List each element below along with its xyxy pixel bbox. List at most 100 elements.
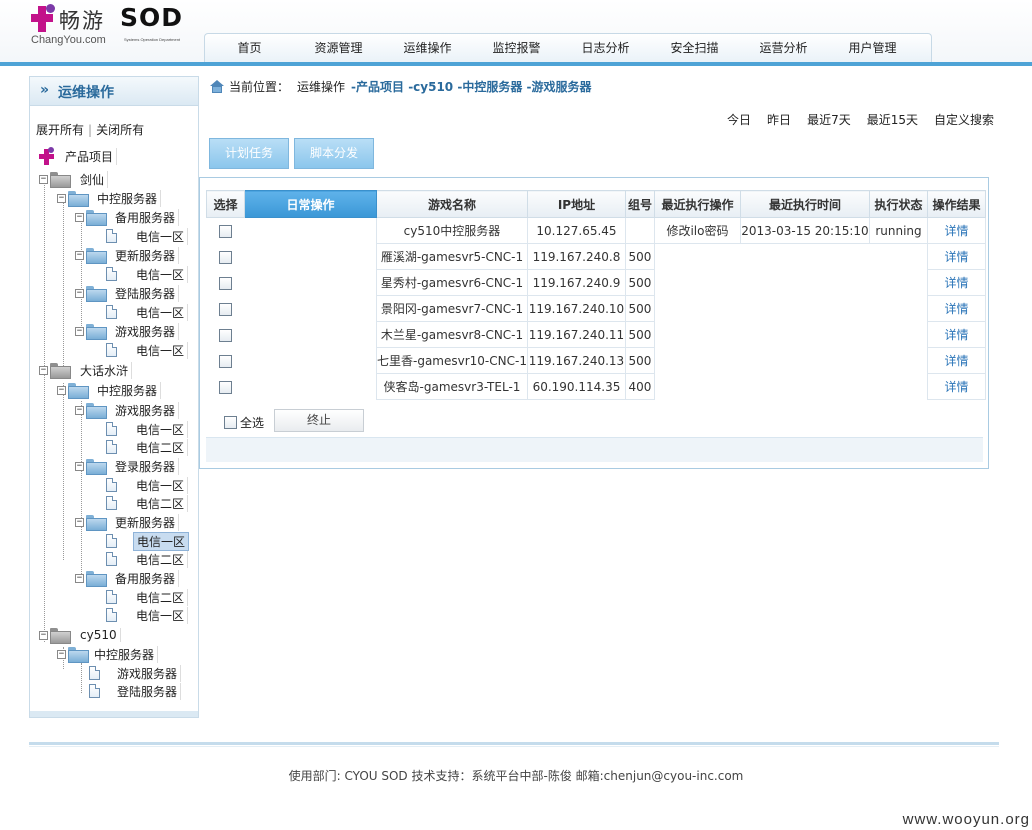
collapse-toggle-icon[interactable]: − [75,461,84,471]
tree-node-dh-backup[interactable]: − 备用服务器 [75,569,180,587]
tree-leaf[interactable]: 电信二区 [106,588,189,606]
select-all-label[interactable]: 全选 [240,414,264,431]
row-checkbox[interactable] [219,250,232,264]
tree-label[interactable]: 游戏服务器 [112,401,180,419]
home-icon[interactable] [210,79,225,93]
nav-users[interactable]: 用户管理 [828,34,917,62]
row-checkbox[interactable] [219,224,232,238]
select-all-control[interactable]: 全选 [224,414,264,431]
logo[interactable]: 畅游 SOD ChangYou.com Systems Operation De… [30,2,205,50]
tree-label[interactable]: 电信二区 [133,588,189,606]
tree-label[interactable]: 电信一区 [133,265,189,283]
tree-node-dh-update[interactable]: − 更新服务器 [75,513,180,531]
nav-logs[interactable]: 日志分析 [561,34,650,62]
tree-label[interactable]: 备用服务器 [112,208,180,226]
nav-operations[interactable]: 运维操作 [383,34,472,62]
tree-label[interactable]: 更新服务器 [112,513,180,531]
tree-label[interactable]: 登录服务器 [112,457,180,475]
tree-label[interactable]: 中控服务器 [91,645,159,663]
tree-label[interactable]: 电信一区 [133,606,189,624]
tree-leaf-selected[interactable]: 电信一区 [106,531,190,551]
tree-label[interactable]: 登陆服务器 [112,284,180,302]
collapse-toggle-icon[interactable]: − [75,517,84,527]
tree-leaf[interactable]: 电信二区 [106,494,189,512]
collapse-toggle-icon[interactable]: − [75,573,84,583]
tree-leaf[interactable]: 电信一区 [106,606,189,624]
tree-node-jianxian[interactable]: − 剑仙 [39,170,109,188]
tree-node-jx-game[interactable]: − 游戏服务器 [75,322,180,340]
collapse-toggle-icon[interactable]: − [39,174,48,184]
tree-node-dh-central[interactable]: − 中控服务器 [57,381,162,399]
tab-script-distribution[interactable]: 脚本分发 [294,138,374,169]
tree-leaf[interactable]: 电信一区 [106,303,189,321]
tree-leaf[interactable]: 电信一区 [106,265,189,283]
tree-node-root[interactable]: 产品项目 [38,147,118,165]
filter-custom-search[interactable]: 自定义搜索 [934,111,994,128]
collapse-toggle-icon[interactable]: − [75,405,84,415]
breadcrumb-root[interactable]: 运维操作 [297,78,345,95]
nav-analytics[interactable]: 运营分析 [739,34,828,62]
tree-label[interactable]: 电信一区 [133,227,189,245]
tree-label[interactable]: 中控服务器 [94,189,162,207]
tree-leaf[interactable]: 电信一区 [106,227,189,245]
collapse-toggle-icon[interactable]: − [75,288,84,298]
collapse-toggle-icon[interactable]: − [39,365,48,375]
row-checkbox[interactable] [219,354,232,368]
collapse-toggle-icon[interactable]: − [75,326,84,336]
tree-node-dh-game[interactable]: − 游戏服务器 [75,401,180,419]
tree-label[interactable]: 电信一区 [133,476,189,494]
tree-leaf[interactable]: 电信一区 [106,341,189,359]
collapse-toggle-icon[interactable]: − [75,212,84,222]
tree-node-cy510[interactable]: − cy510 [39,626,121,644]
row-checkbox[interactable] [219,302,232,316]
row-checkbox[interactable] [219,276,232,290]
collapse-toggle-icon[interactable]: − [57,193,66,203]
nav-resources[interactable]: 资源管理 [294,34,383,62]
tree-label[interactable]: 登陆服务器 [114,682,182,700]
tree-label[interactable]: 大话水浒 [77,361,133,379]
col-daily-operation[interactable]: 日常操作 [244,190,377,218]
stop-button[interactable]: 终止 [274,409,364,432]
tree-label[interactable]: 电信一区 [133,303,189,321]
tree-label[interactable]: 游戏服务器 [114,664,182,682]
tree-node-jx-update[interactable]: − 更新服务器 [75,246,180,264]
detail-link[interactable]: 详情 [944,380,968,394]
tree-label[interactable]: 产品项目 [62,147,118,165]
tree-label[interactable]: 更新服务器 [112,246,180,264]
breadcrumb-trail[interactable]: -产品项目 -cy510 -中控服务器 -游戏服务器 [351,78,591,95]
detail-link[interactable]: 详情 [944,224,968,238]
tree-label[interactable]: 电信二区 [133,438,189,456]
detail-link[interactable]: 详情 [944,250,968,264]
collapse-toggle-icon[interactable]: − [57,649,66,659]
nav-security[interactable]: 安全扫描 [650,34,739,62]
tree-leaf[interactable]: 登陆服务器 [89,682,182,700]
filter-15-days[interactable]: 最近15天 [867,111,918,128]
collapse-toggle-icon[interactable]: − [75,250,84,260]
tree-label[interactable]: 电信一区 [133,341,189,359]
tree-label[interactable]: 剑仙 [77,170,109,188]
tree-label[interactable]: 电信二区 [133,550,189,568]
tab-scheduled-tasks[interactable]: 计划任务 [209,138,289,169]
tree-label[interactable]: 电信一区 [133,420,189,438]
tree-label[interactable]: 备用服务器 [112,569,180,587]
tree-label[interactable]: 游戏服务器 [112,322,180,340]
filter-today[interactable]: 今日 [727,111,751,128]
tree-node-cy-central[interactable]: − 中控服务器 [57,645,159,663]
nav-monitoring[interactable]: 监控报警 [472,34,561,62]
collapse-toggle-icon[interactable]: − [57,385,66,395]
tree-leaf[interactable]: 电信二区 [106,438,189,456]
tree-leaf[interactable]: 电信一区 [106,476,189,494]
row-checkbox[interactable] [219,380,232,394]
collapse-toggle-icon[interactable]: − [39,630,48,640]
tree-node-dh-login[interactable]: − 登录服务器 [75,457,180,475]
tree-label-selected[interactable]: 电信一区 [133,531,190,551]
filter-yesterday[interactable]: 昨日 [767,111,791,128]
tree-leaf[interactable]: 电信二区 [106,550,189,568]
detail-link[interactable]: 详情 [944,328,968,342]
filter-7-days[interactable]: 最近7天 [807,111,851,128]
tree-label[interactable]: 中控服务器 [94,381,162,399]
tree-leaf[interactable]: 电信一区 [106,420,189,438]
tree-label[interactable]: 电信二区 [133,494,189,512]
row-checkbox[interactable] [219,328,232,342]
detail-link[interactable]: 详情 [944,276,968,290]
